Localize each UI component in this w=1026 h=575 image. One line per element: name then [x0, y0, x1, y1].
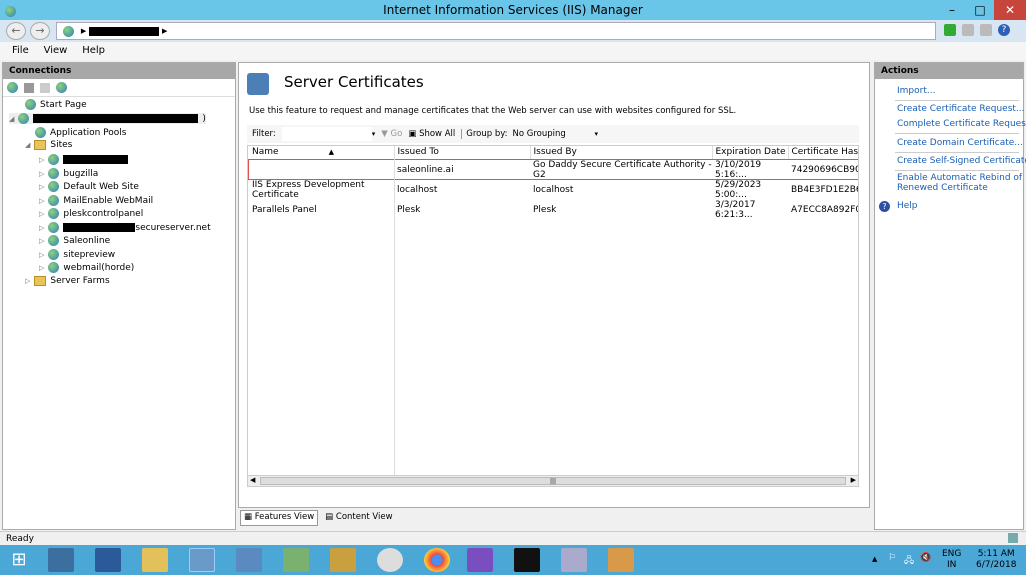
tree-site-default[interactable]: ▷ Default Web Site: [39, 181, 139, 192]
iis-manager-taskbar-icon[interactable]: [189, 548, 215, 572]
column-certificate-hash[interactable]: Certificate Hash: [787, 146, 858, 159]
tree-site-webmail[interactable]: ▷ webmail(horde): [39, 262, 134, 273]
powershell-icon[interactable]: [95, 548, 121, 572]
forward-button[interactable]: →: [30, 22, 50, 40]
certificates-list: Name ▲ Issued To Issued By Expiration Dat…: [247, 145, 859, 487]
server-certificates-pane: Server Certificates Use this feature to …: [238, 62, 870, 508]
image-viewer-icon[interactable]: [561, 548, 587, 572]
content-view-tab[interactable]: ▤ Content View: [322, 510, 395, 526]
show-hidden-icons-icon[interactable]: ▲: [872, 555, 877, 563]
page-description: Use this feature to request and manage c…: [249, 106, 737, 116]
create-domain-certificate-action[interactable]: Create Domain Certificate...: [897, 138, 1023, 148]
tree-site-redacted[interactable]: ▷: [39, 154, 129, 165]
connections-title: Connections: [3, 63, 235, 79]
maximize-button[interactable]: □: [966, 0, 994, 20]
table-row[interactable]: saleonline.ai Go Daddy Secure Certificate…: [248, 159, 858, 180]
status-text: Ready: [6, 534, 34, 544]
help-icon: ?: [879, 201, 890, 212]
horizontal-scrollbar[interactable]: ◀ ||| ▶: [248, 475, 858, 486]
show-all-button[interactable]: ▣ Show All: [408, 129, 455, 139]
address-bar: ← → ▶ ▶ ?: [0, 20, 1026, 42]
close-button[interactable]: ✕: [994, 0, 1026, 20]
iis-app-icon: [4, 3, 16, 17]
file-explorer-icon[interactable]: [142, 548, 168, 572]
actions-panel: Actions Import... Create Certificate Req…: [874, 62, 1026, 530]
language-indicator[interactable]: ENG IN: [942, 549, 961, 571]
redacted-server-name: [89, 27, 160, 36]
clock-icon[interactable]: [377, 548, 403, 572]
menu-bar: File View Help: [0, 42, 1026, 60]
chrome-beta-icon[interactable]: [424, 548, 450, 572]
features-view-tab[interactable]: ▦ Features View: [240, 510, 319, 526]
create-self-signed-certificate-action[interactable]: Create Self-Signed Certificate...: [897, 156, 1026, 166]
tree-start-page[interactable]: Start Page: [25, 99, 87, 110]
menu-help[interactable]: Help: [82, 45, 105, 56]
title-bar: Internet Information Services (IIS) Mana…: [0, 0, 1026, 20]
help-icon[interactable]: ?: [998, 24, 1010, 36]
help-action[interactable]: Help: [897, 201, 918, 211]
tree-application-pools[interactable]: Application Pools: [35, 127, 126, 138]
tree-site-mailenable[interactable]: ▷ MailEnable WebMail: [39, 195, 153, 206]
group-by-label: Group by:: [461, 129, 508, 139]
server-manager-icon[interactable]: [48, 548, 74, 572]
tree-sites[interactable]: ◢ Sites: [25, 140, 72, 150]
filter-input[interactable]: [281, 127, 372, 141]
up-icon[interactable]: [40, 82, 50, 93]
refresh-icon[interactable]: [944, 24, 956, 36]
tree-site-sitepreview[interactable]: ▷ sitepreview: [39, 249, 115, 260]
tree-site-saleonline[interactable]: ▷ Saleonline: [39, 235, 110, 246]
clock[interactable]: 5:11 AM 6/7/2018: [976, 549, 1016, 571]
notepad-plus-icon[interactable]: [283, 548, 309, 572]
connections-panel: Connections Start Page ◢) Application Po…: [2, 62, 236, 530]
taskbar: ⊞ ▲ ⚐ 🖧 🔇 ENG IN 5:11 AM 6/7/2018: [0, 545, 1026, 575]
stop-icon[interactable]: [962, 24, 974, 36]
tree-server-farms[interactable]: ▷ Server Farms: [25, 276, 110, 286]
status-server-icon: [1008, 533, 1018, 543]
start-button-icon[interactable]: ⊞: [6, 548, 32, 572]
go-button[interactable]: ▼ Go: [381, 129, 402, 139]
remote-desktop-icon[interactable]: [236, 548, 262, 572]
view-tabs: ▦ Features View ▤ Content View: [240, 510, 396, 526]
menu-file[interactable]: File: [12, 45, 29, 56]
save-icon[interactable]: [24, 82, 34, 93]
column-issued-by[interactable]: Issued By: [529, 146, 712, 159]
complete-certificate-request-action[interactable]: Complete Certificate Request...: [897, 119, 1026, 129]
column-issued-to[interactable]: Issued To: [393, 146, 530, 159]
tree-site-secureserver[interactable]: ▷ secureserver.net: [39, 222, 211, 233]
tree-site-pleskcontrolpanel[interactable]: ▷ pleskcontrolpanel: [39, 208, 143, 219]
back-button[interactable]: ←: [6, 22, 26, 40]
import-action[interactable]: Import...: [897, 86, 935, 96]
volume-muted-icon[interactable]: 🔇: [920, 553, 931, 563]
action-center-flag-icon[interactable]: ⚐: [888, 553, 896, 563]
window-title: Internet Information Services (IIS) Mana…: [383, 3, 643, 17]
group-by-select[interactable]: No Grouping: [513, 129, 595, 139]
create-certificate-request-action[interactable]: Create Certificate Request...: [897, 104, 1025, 114]
visual-studio-icon[interactable]: [467, 548, 493, 572]
server-certificates-icon: [247, 73, 269, 95]
command-prompt-icon[interactable]: [514, 548, 540, 572]
column-expiration-date[interactable]: Expiration Date: [711, 146, 788, 159]
menu-view[interactable]: View: [44, 45, 68, 56]
breadcrumb[interactable]: ▶ ▶: [56, 22, 936, 40]
column-name[interactable]: Name ▲: [248, 146, 394, 159]
tree-site-bugzilla[interactable]: ▷ bugzilla: [39, 168, 98, 179]
table-row[interactable]: Parallels Panel Plesk Plesk 3/3/2017 6:21:3…: [248, 200, 858, 220]
disconnect-icon[interactable]: [56, 82, 67, 93]
minimize-button[interactable]: –: [938, 0, 966, 20]
filter-label: Filter:: [252, 129, 276, 139]
tree-server[interactable]: ◢): [9, 113, 206, 124]
server-icon: [63, 26, 74, 37]
paint-icon[interactable]: [608, 548, 634, 572]
status-bar: Ready: [0, 531, 1026, 545]
filter-bar: Filter: ▾ ▼ Go ▣ Show All Group by: No G…: [247, 125, 859, 143]
sql-tool-icon[interactable]: [330, 548, 356, 572]
connect-icon[interactable]: [7, 82, 18, 93]
home-icon[interactable]: [980, 24, 992, 36]
table-row[interactable]: IIS Express Development Certificate local…: [248, 180, 858, 200]
network-icon[interactable]: 🖧: [904, 553, 914, 569]
enable-automatic-rebind-action[interactable]: Enable Automatic Rebind of Renewed Certif…: [897, 173, 1022, 193]
page-title: Server Certificates: [284, 73, 424, 91]
actions-title: Actions: [875, 63, 1023, 79]
